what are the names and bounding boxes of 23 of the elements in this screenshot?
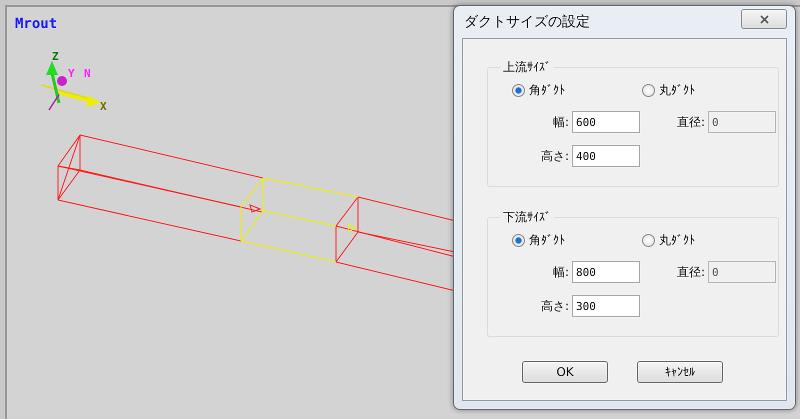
field-label: 幅:	[552, 114, 570, 130]
viewport-title: Mrout	[15, 16, 58, 32]
field-label: 高さ:	[540, 148, 570, 164]
group-legend: 下流ｻｲｽﾞ	[500, 209, 554, 226]
duct-type-radio[interactable]: 丸ﾀﾞｸﾄ	[642, 82, 778, 99]
dialog-title: ダクトサイズの設定	[463, 13, 590, 31]
field-label: 直径:	[676, 114, 706, 130]
field-label: 直径:	[676, 264, 706, 280]
height-input[interactable]: 400	[572, 145, 640, 167]
cancel-button[interactable]: ｷｬﾝｾﾙ	[637, 361, 723, 383]
axis-triad-drawing: Z Y N X	[40, 50, 107, 113]
field-label: 高さ:	[540, 298, 570, 314]
group-legend: 上流ｻｲｽﾞ	[500, 59, 554, 76]
duct-type-radio[interactable]: 丸ﾀﾞｸﾄ	[642, 232, 778, 249]
close-button[interactable]	[741, 9, 787, 29]
duct-type-radio[interactable]: 角ﾀﾞｸﾄ	[512, 82, 642, 99]
duct-type-radio[interactable]: 角ﾀﾞｸﾄ	[512, 232, 642, 249]
field-label: 幅:	[552, 264, 570, 280]
width-input[interactable]: 800	[572, 261, 640, 283]
close-icon	[760, 14, 768, 24]
width-input[interactable]: 600	[572, 111, 640, 133]
height-input[interactable]: 300	[572, 295, 640, 317]
ok-button[interactable]: OK	[522, 361, 608, 383]
